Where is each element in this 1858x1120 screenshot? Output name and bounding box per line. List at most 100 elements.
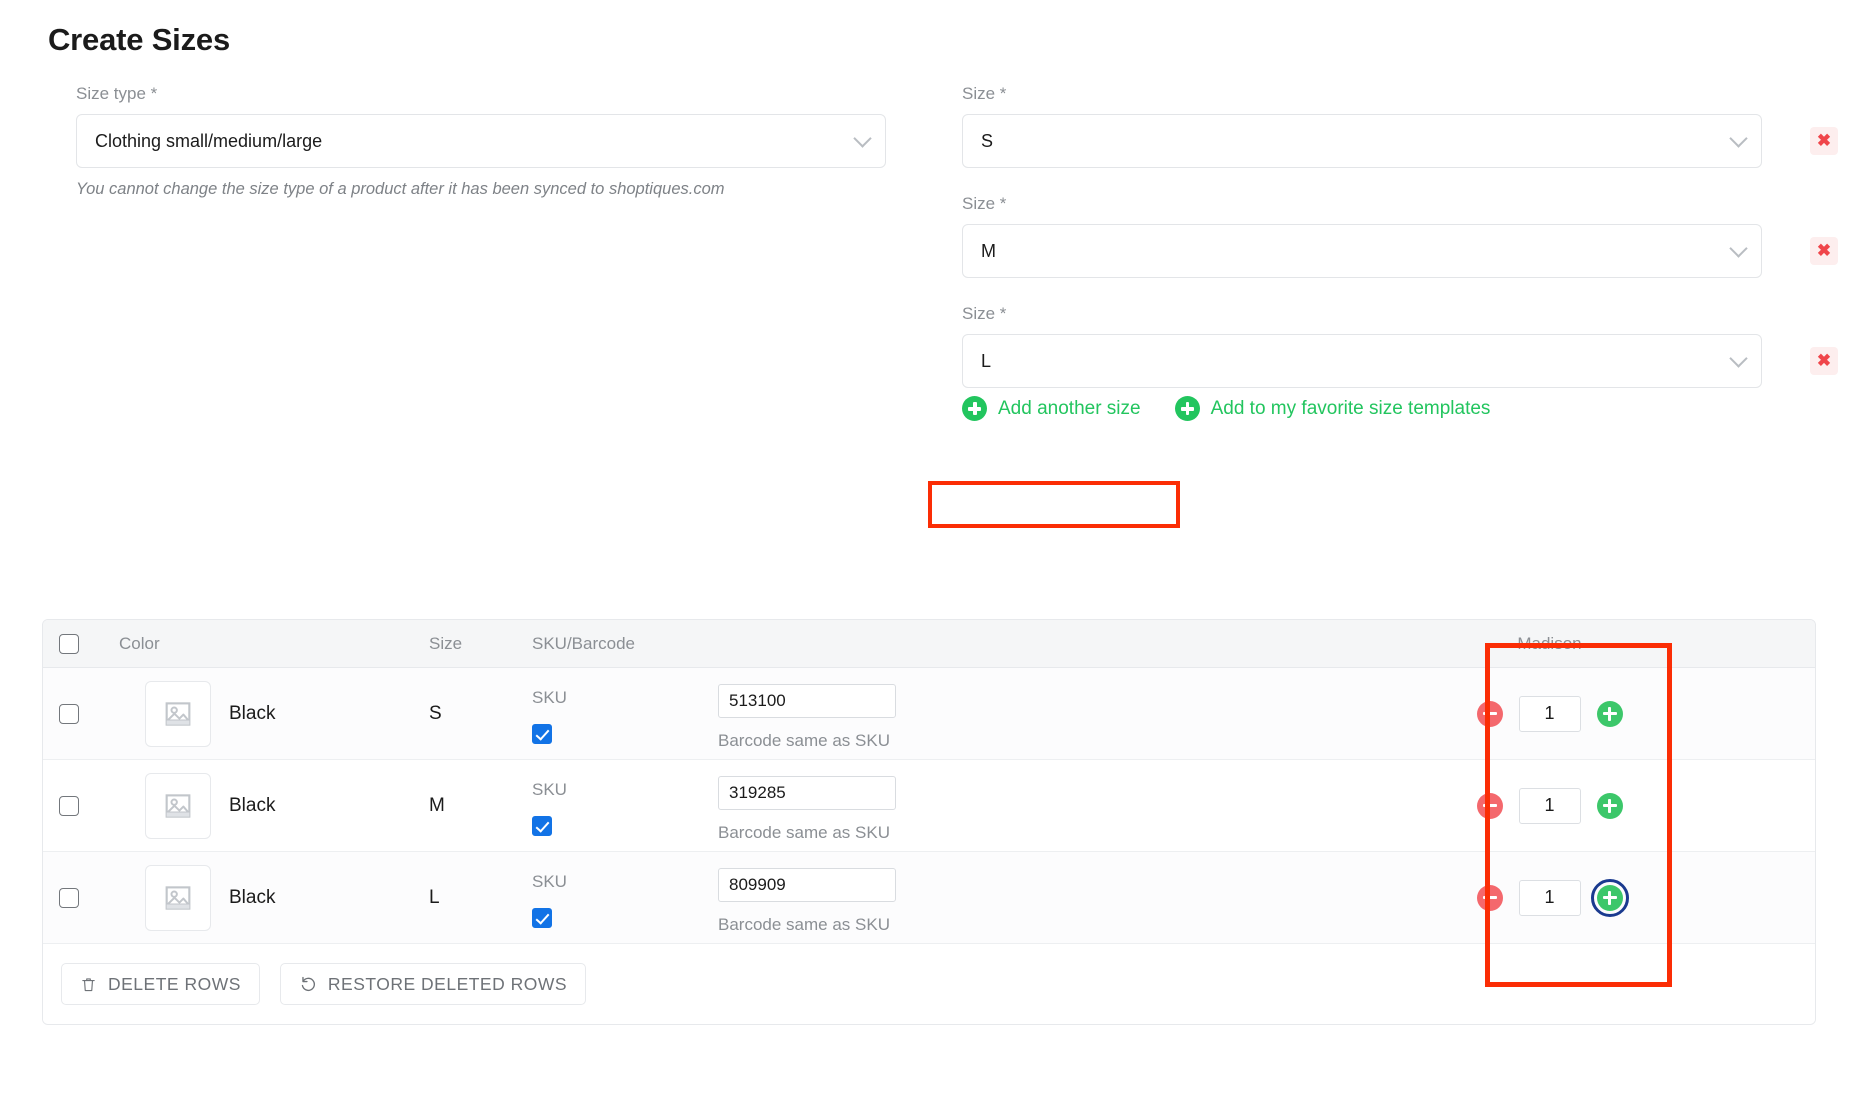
highlight-box-add-another-size (928, 481, 1180, 528)
header-cell-sku-barcode: SKU/Barcode (532, 634, 718, 654)
remove-size-button-3[interactable]: ✖ (1810, 347, 1838, 375)
row-cell-size: L (429, 852, 532, 943)
select-all-checkbox[interactable] (59, 633, 79, 654)
row-size-value: S (429, 702, 442, 724)
barcode-same-as-sku-checkbox[interactable] (532, 908, 552, 928)
table-row: Black L SKU Barcode same as SKU (43, 852, 1815, 944)
row-color-name: Black (229, 702, 276, 724)
row-select-checkbox[interactable] (59, 703, 79, 724)
size-row-1: Size * S ✖ (962, 84, 1838, 168)
barcode-same-as-sku-label: Barcode same as SKU (718, 915, 890, 934)
size-row-2: Size * M ✖ (962, 194, 1838, 278)
add-another-size-button[interactable]: Add another size (962, 396, 1141, 421)
add-another-size-label: Add another size (998, 397, 1141, 419)
table-row: Black M SKU Barcode same as SKU (43, 760, 1815, 852)
variants-table: Color Size SKU/Barcode Madison Black S S… (42, 619, 1816, 1025)
row-select-checkbox[interactable] (59, 887, 79, 908)
size-type-value: Clothing small/medium/large (95, 130, 323, 151)
row-cell-sku-value: Barcode same as SKU (718, 852, 1284, 943)
table-footer: DELETE ROWS RESTORE DELETED ROWS (43, 944, 1815, 1024)
row-sku-label: SKU (532, 688, 567, 707)
restore-deleted-rows-label: RESTORE DELETED ROWS (327, 973, 568, 994)
size-label-2: Size * (962, 194, 1007, 213)
plus-circle-icon (962, 396, 987, 421)
row-cell-sku: SKU (532, 760, 718, 851)
restore-deleted-rows-button[interactable]: RESTORE DELETED ROWS (279, 963, 587, 1005)
header-cell-select-all (43, 633, 119, 654)
barcode-same-as-sku-label: Barcode same as SKU (718, 731, 890, 750)
barcode-same-as-sku-checkbox[interactable] (532, 724, 552, 744)
chevron-down-icon (1729, 349, 1748, 368)
header-cell-size: Size (429, 634, 532, 654)
row-cell-select (43, 668, 119, 759)
row-size-value: M (429, 794, 445, 816)
product-thumbnail[interactable] (145, 680, 211, 747)
header-label-sku-barcode: SKU/Barcode (532, 633, 635, 653)
size-row-3: Size * L ✖ (962, 304, 1838, 388)
size-actions: Add another size Add to my favorite size… (962, 396, 1490, 421)
size-label-1: Size * (962, 84, 1007, 103)
size-value-2: M (981, 240, 996, 261)
size-list-column: Size * S ✖ Size * M ✖ Size * L ✖ (962, 84, 1838, 414)
size-select-1[interactable]: S (962, 114, 1762, 168)
size-select-3[interactable]: L (962, 334, 1762, 388)
delete-rows-button[interactable]: DELETE ROWS (61, 963, 260, 1005)
plus-circle-icon[interactable] (1596, 700, 1623, 727)
row-cell-quantity (1284, 668, 1815, 759)
page-title: Create Sizes (48, 22, 230, 57)
quantity-input[interactable] (1518, 879, 1581, 916)
minus-circle-icon[interactable] (1476, 884, 1503, 911)
remove-size-button-1[interactable]: ✖ (1810, 127, 1838, 155)
plus-circle-icon (1174, 396, 1200, 421)
sku-input[interactable] (718, 868, 896, 902)
row-cell-sku-value: Barcode same as SKU (718, 668, 1284, 759)
size-label-3: Size * (962, 304, 1007, 323)
size-value-3: L (981, 350, 992, 371)
quantity-stepper (1476, 695, 1623, 732)
row-cell-sku: SKU (532, 668, 718, 759)
chevron-down-icon (853, 129, 872, 148)
plus-circle-icon[interactable] (1590, 878, 1629, 917)
size-select-2[interactable]: M (962, 224, 1762, 278)
row-cell-sku: SKU (532, 852, 718, 943)
header-cell-color: Color (119, 634, 429, 654)
product-thumbnail[interactable] (145, 864, 211, 931)
row-select-checkbox[interactable] (59, 795, 79, 816)
size-type-select[interactable]: Clothing small/medium/large (76, 114, 886, 168)
row-cell-select (43, 760, 119, 851)
row-sku-label: SKU (532, 872, 567, 891)
row-cell-sku-value: Barcode same as SKU (718, 760, 1284, 851)
barcode-same-as-sku-label: Barcode same as SKU (718, 823, 890, 842)
row-cell-color: Black (119, 760, 429, 851)
delete-rows-label: DELETE ROWS (108, 973, 241, 994)
minus-circle-icon[interactable] (1476, 700, 1503, 727)
size-type-column: Size type * Clothing small/medium/large … (76, 84, 916, 199)
minus-circle-icon[interactable] (1476, 792, 1503, 819)
product-thumbnail[interactable] (145, 772, 211, 839)
add-favorite-template-button[interactable]: Add to my favorite size templates (1174, 396, 1490, 421)
quantity-input[interactable] (1518, 695, 1581, 732)
sku-input[interactable] (718, 776, 896, 810)
sku-input[interactable] (718, 684, 896, 718)
remove-size-button-2[interactable]: ✖ (1810, 237, 1838, 265)
image-placeholder-icon (165, 701, 191, 726)
row-cell-size: S (429, 668, 532, 759)
quantity-input[interactable] (1518, 787, 1581, 824)
image-placeholder-icon (165, 885, 191, 910)
size-type-helper-text: You cannot change the size type of a pro… (76, 180, 725, 198)
row-color-name: Black (229, 794, 276, 816)
size-value-1: S (981, 130, 994, 151)
quantity-stepper (1476, 787, 1623, 824)
table-header-row: Color Size SKU/Barcode Madison (43, 620, 1815, 668)
size-type-label: Size type * (76, 84, 158, 103)
row-cell-color: Black (119, 852, 429, 943)
quantity-stepper (1476, 878, 1629, 917)
barcode-same-as-sku-checkbox[interactable] (532, 816, 552, 836)
row-color-name: Black (229, 886, 276, 908)
header-label-size: Size (429, 633, 463, 653)
row-sku-label: SKU (532, 780, 567, 799)
row-cell-select (43, 852, 119, 943)
row-cell-color: Black (119, 668, 429, 759)
undo-arrow-icon (299, 975, 317, 993)
plus-circle-icon[interactable] (1596, 792, 1623, 819)
